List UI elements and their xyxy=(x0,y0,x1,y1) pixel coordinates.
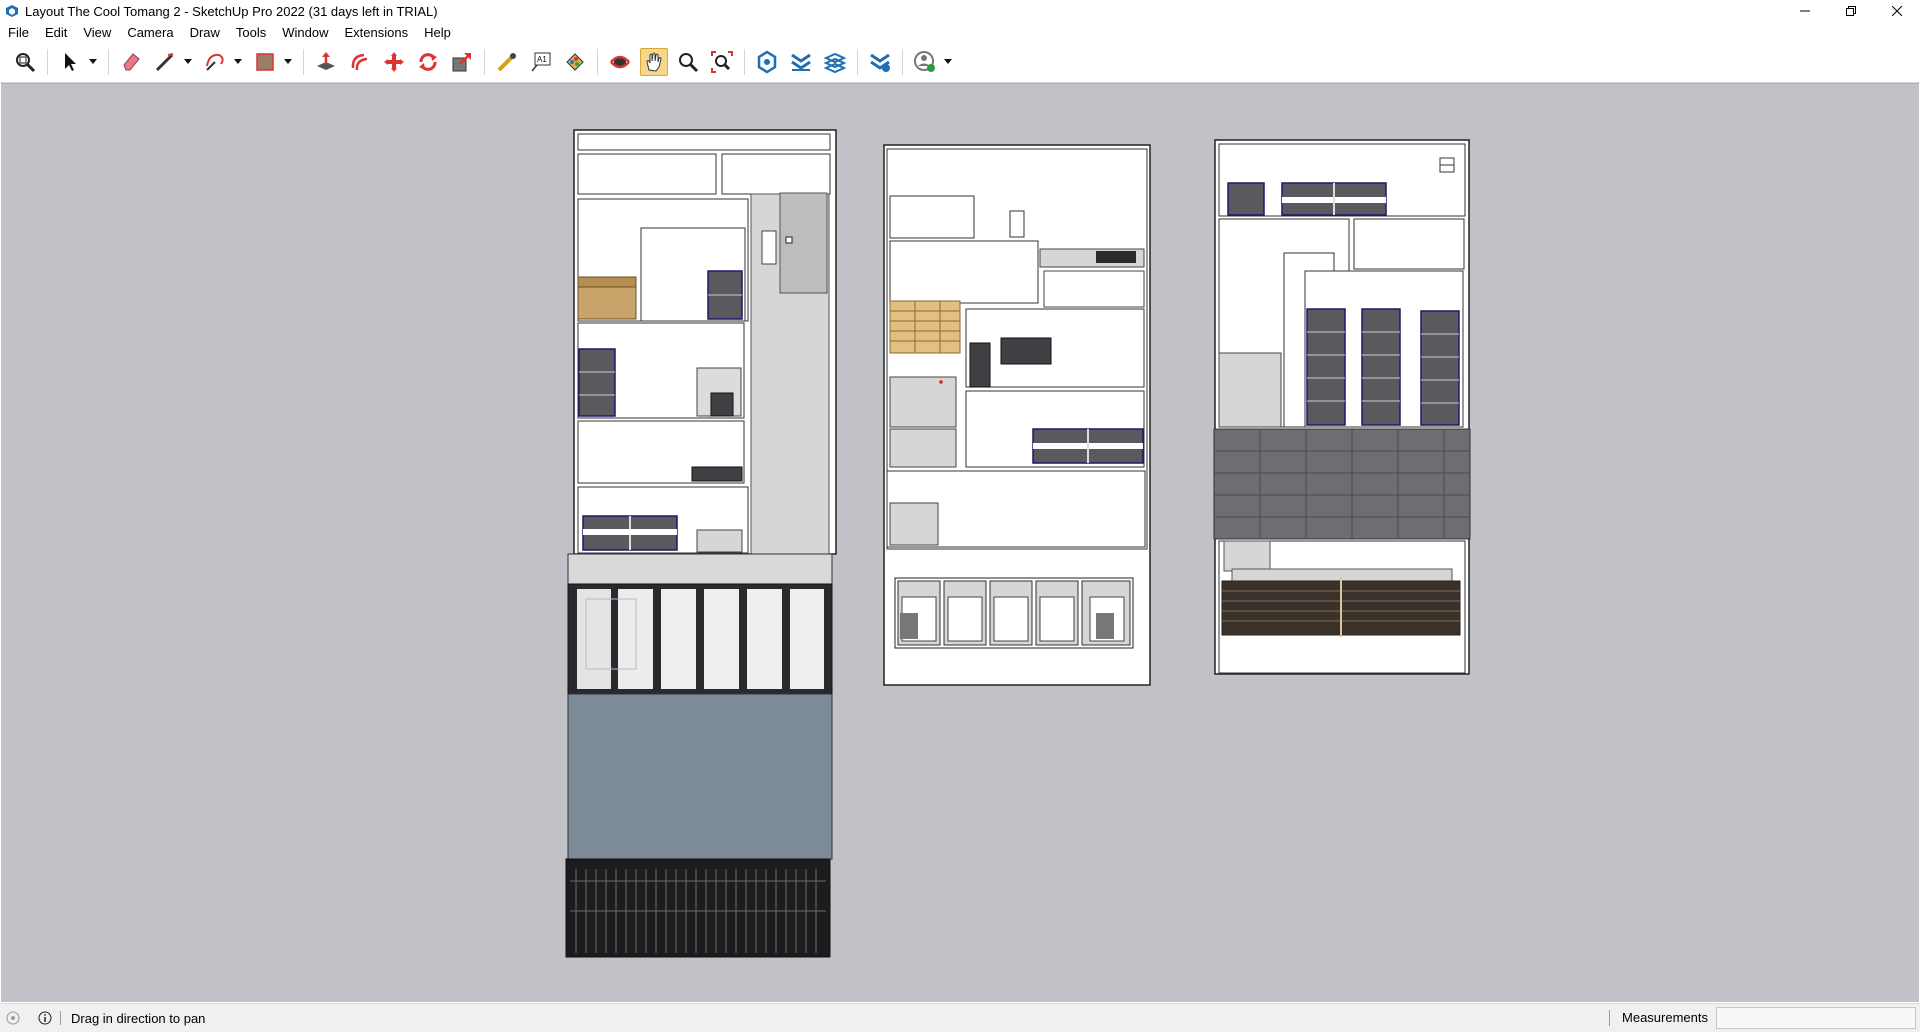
paint-bucket-button[interactable] xyxy=(561,48,589,76)
pan-button[interactable] xyxy=(640,48,668,76)
rotate-icon xyxy=(419,53,437,71)
eraser-icon xyxy=(123,53,140,71)
warehouse-button[interactable] xyxy=(753,48,781,76)
arc-button[interactable] xyxy=(201,48,229,76)
extension-warehouse-icon xyxy=(791,53,811,71)
rectangle-button[interactable] xyxy=(251,48,279,76)
menu-tools[interactable]: Tools xyxy=(228,25,274,40)
chevron-down-icon xyxy=(944,59,952,64)
account-dropdown[interactable] xyxy=(942,48,954,76)
status-bar: Drag in direction to pan Measurements xyxy=(0,1003,1920,1032)
move-button[interactable] xyxy=(380,48,408,76)
select-button[interactable] xyxy=(56,48,84,76)
toolbar-separator xyxy=(857,49,858,75)
pencil-button[interactable] xyxy=(151,48,179,76)
info-icon[interactable] xyxy=(38,1011,52,1025)
rotate-button[interactable] xyxy=(414,48,442,76)
model-drawing[interactable] xyxy=(1,84,1919,1002)
menu-view[interactable]: View xyxy=(75,25,119,40)
push-pull-icon xyxy=(317,52,335,70)
eraser-button[interactable] xyxy=(117,48,145,76)
model-viewport[interactable] xyxy=(1,83,1919,1002)
main-toolbar: A1 xyxy=(0,42,1920,83)
window-title: Layout The Cool Tomang 2 - SketchUp Pro … xyxy=(25,3,438,19)
arc-icon xyxy=(206,53,224,71)
layout-icon xyxy=(823,52,847,74)
section-view-right[interactable] xyxy=(1213,139,1471,675)
toolbar-separator xyxy=(484,49,485,75)
toolbar-separator xyxy=(303,49,304,75)
pencil-icon xyxy=(155,53,174,72)
orbit-button[interactable] xyxy=(606,48,634,76)
extension-manager-button[interactable] xyxy=(866,48,894,76)
menu-window[interactable]: Window xyxy=(274,25,336,40)
menu-draw[interactable]: Draw xyxy=(182,25,228,40)
svg-text:A1: A1 xyxy=(537,55,547,64)
section-view-middle[interactable] xyxy=(883,144,1151,686)
menu-file[interactable]: File xyxy=(0,25,37,40)
toolbar-separator xyxy=(47,49,48,75)
extension-manager-icon xyxy=(870,53,890,72)
text-icon: A1 xyxy=(531,52,551,72)
text-button[interactable]: A1 xyxy=(527,48,555,76)
close-icon xyxy=(1892,6,1902,16)
scale-icon xyxy=(452,53,471,72)
sketchup-logo-icon xyxy=(6,5,18,17)
zoom-button[interactable] xyxy=(674,48,702,76)
chevron-down-icon xyxy=(284,59,292,64)
rectangle-dropdown[interactable] xyxy=(282,48,294,76)
paint-bucket-icon xyxy=(566,53,584,71)
zoom-icon xyxy=(679,53,699,73)
zoom-extents-icon xyxy=(711,51,733,73)
scale-button[interactable] xyxy=(448,48,476,76)
move-icon xyxy=(384,52,404,72)
menu-camera[interactable]: Camera xyxy=(119,25,181,40)
chevron-down-icon xyxy=(184,59,192,64)
rectangle-icon xyxy=(256,53,274,71)
extension-warehouse-button[interactable] xyxy=(787,48,815,76)
arc-dropdown[interactable] xyxy=(232,48,244,76)
geo-location-icon[interactable] xyxy=(6,1011,20,1025)
menu-help[interactable]: Help xyxy=(416,25,459,40)
menu-edit[interactable]: Edit xyxy=(37,25,75,40)
zoom-extents-button[interactable] xyxy=(708,48,736,76)
push-pull-button[interactable] xyxy=(312,48,340,76)
chevron-down-icon xyxy=(234,59,242,64)
account-icon xyxy=(914,51,935,72)
status-separator xyxy=(60,1011,61,1025)
warehouse-icon xyxy=(757,50,777,74)
minimize-icon xyxy=(1800,10,1810,12)
toolbar-separator xyxy=(902,49,903,75)
measurements-label: Measurements xyxy=(1622,1010,1708,1025)
toolbar-separator xyxy=(108,49,109,75)
offset-icon xyxy=(351,53,368,71)
layout-button[interactable] xyxy=(821,48,849,76)
status-hint: Drag in direction to pan xyxy=(71,1010,206,1026)
restore-icon xyxy=(1846,6,1856,16)
window-controls xyxy=(1782,0,1920,22)
close-button[interactable] xyxy=(1874,0,1920,22)
minimize-button[interactable] xyxy=(1782,0,1828,22)
account-button[interactable] xyxy=(911,48,939,76)
zoom-window-icon xyxy=(16,53,36,73)
measurements-input[interactable] xyxy=(1716,1007,1916,1029)
offset-button[interactable] xyxy=(346,48,374,76)
orbit-icon xyxy=(610,55,630,69)
chevron-down-icon xyxy=(89,59,97,64)
tape-measure-icon xyxy=(497,53,516,72)
section-view-left[interactable] xyxy=(565,129,837,958)
restore-button[interactable] xyxy=(1828,0,1874,22)
select-icon xyxy=(65,53,76,71)
measurements-separator xyxy=(1609,1010,1610,1026)
tape-measure-button[interactable] xyxy=(493,48,521,76)
zoom-window-button[interactable] xyxy=(11,48,39,76)
toolbar-separator xyxy=(597,49,598,75)
pan-icon xyxy=(646,52,662,72)
select-dropdown[interactable] xyxy=(87,48,99,76)
toolbar-separator xyxy=(744,49,745,75)
menu-bar: File Edit View Camera Draw Tools Window … xyxy=(0,22,1920,42)
pencil-dropdown[interactable] xyxy=(182,48,194,76)
title-bar: Layout The Cool Tomang 2 - SketchUp Pro … xyxy=(0,0,1920,22)
menu-extensions[interactable]: Extensions xyxy=(337,25,417,40)
